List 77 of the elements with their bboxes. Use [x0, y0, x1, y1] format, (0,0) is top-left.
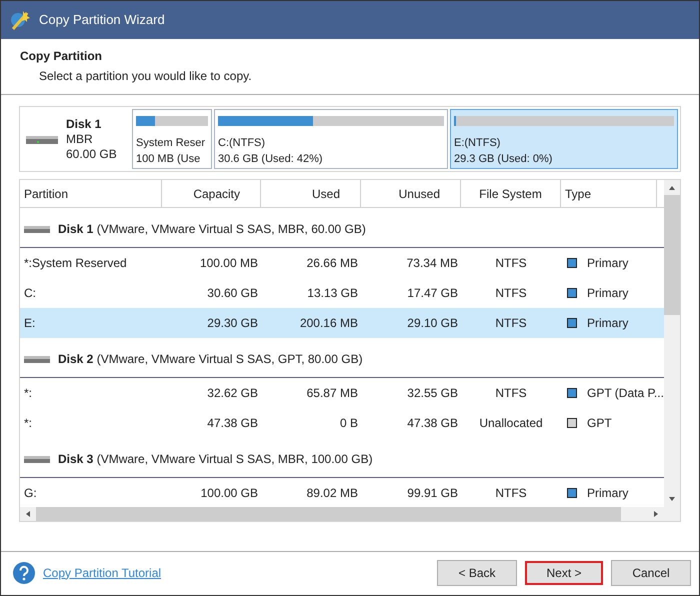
- table-cell-text: Primary: [587, 315, 628, 332]
- disk-drive-icon: [26, 134, 58, 144]
- wand-icon: [9, 9, 31, 31]
- column-header[interactable]: Capacity: [162, 180, 261, 207]
- table-cell-text: NTFS: [495, 255, 527, 272]
- page-title: Copy Partition: [20, 48, 104, 65]
- wizard-button[interactable]: < Back: [438, 560, 516, 584]
- wizard-button[interactable]: Cancel: [612, 560, 690, 584]
- table-cell-text: Unallocated: [479, 415, 543, 432]
- partition-detail: 29.3 GB (Used: 0%): [454, 152, 554, 167]
- table-cell-text: 99.91 GB: [407, 485, 458, 502]
- table-cell-text: NTFS: [495, 385, 527, 402]
- column-header[interactable]: Used: [261, 180, 361, 207]
- table-cell-text: 73.34 MB: [406, 255, 458, 272]
- partition-label: C:(NTFS): [218, 136, 266, 151]
- column-header[interactable]: Partition: [20, 180, 162, 207]
- disk-name: Disk 1: [66, 116, 102, 132]
- scroll-left-icon[interactable]: [24, 510, 32, 518]
- disk-drive-icon: [24, 354, 50, 363]
- table-cell-text: 29.30 GB: [207, 315, 258, 332]
- table-cell-text: Primary: [587, 485, 628, 502]
- scroll-right-icon[interactable]: [652, 510, 660, 518]
- help-icon[interactable]: [13, 562, 35, 584]
- table-cell-text: *:: [24, 385, 32, 402]
- column-header[interactable]: Type: [561, 180, 657, 207]
- table-cell-text: 0 B: [340, 415, 358, 432]
- partition-detail: 30.6 GB (Used: 42%): [218, 152, 324, 167]
- scroll-down-icon[interactable]: [668, 495, 676, 503]
- table-cell-text: 26.66 MB: [306, 255, 358, 272]
- page-subtitle: Select a partition you would like to copy.: [38, 68, 253, 85]
- table-cell-text: E:: [24, 315, 36, 332]
- disk-drive-icon: [24, 454, 50, 463]
- window-title: Copy Partition Wizard: [39, 11, 165, 30]
- disk-row-label: Disk 3 (VMware, VMware Virtual S SAS, MBR, 100.00 GB): [58, 450, 373, 468]
- table-cell-text: 100.00 MB: [200, 255, 258, 272]
- table-cell-text: 65.87 MB: [306, 385, 358, 402]
- table-cell-text: NTFS: [495, 315, 527, 332]
- table-cell-text: *:System Reserved: [24, 255, 127, 272]
- partition-block[interactable]: C:(NTFS) 30.6 GB (Used: 42%): [214, 109, 448, 169]
- partition-block[interactable]: E:(NTFS) 29.3 GB (Used: 0%): [450, 109, 678, 169]
- table-cell-text: 17.47 GB: [407, 285, 458, 302]
- table-cell-text: 29.10 GB: [407, 315, 458, 332]
- table-cell-text: 47.38 GB: [407, 415, 458, 432]
- disk-drive-icon: [24, 224, 50, 233]
- table-cell-text: 200.16 MB: [300, 315, 358, 332]
- table-cell-text: 30.60 GB: [207, 285, 258, 302]
- vertical-scrollbar[interactable]: [664, 180, 680, 507]
- table-cell-text: G:: [24, 485, 37, 502]
- table-cell-text: 100.00 GB: [200, 485, 258, 502]
- partition-label: System Reser: [136, 136, 206, 151]
- table-cell-text: 32.55 GB: [407, 385, 458, 402]
- disk-row-label: Disk 2 (VMware, VMware Virtual S SAS, GPT, 80.00 GB): [58, 350, 363, 368]
- column-header[interactable]: Unused: [361, 180, 461, 207]
- table-cell-text: NTFS: [495, 285, 527, 302]
- table-cell-text: 47.38 GB: [207, 415, 258, 432]
- table-cell-text: Primary: [587, 255, 628, 272]
- scroll-up-icon[interactable]: [668, 184, 676, 192]
- wizard-button[interactable]: Next >: [525, 560, 603, 584]
- table-cell-text: 32.62 GB: [207, 385, 258, 402]
- disk-row-label: Disk 1 (VMware, VMware Virtual S SAS, MBR, 60.00 GB): [58, 220, 366, 238]
- table-cell-text: NTFS: [495, 485, 527, 502]
- table-cell-text: *:: [24, 415, 32, 432]
- table-cell-text: GPT: [587, 415, 612, 432]
- table-cell-text: 89.02 MB: [306, 485, 358, 502]
- partition-row[interactable]: E: 29.30 GB 200.16 MB 29.10 GB NTFS Primary: [20, 308, 664, 338]
- table-cell-text: Primary: [587, 285, 628, 302]
- disk-size: 60.00 GB: [66, 146, 117, 162]
- table-cell-text: C:: [24, 285, 36, 302]
- scroll-thumb[interactable]: [664, 195, 680, 315]
- column-header[interactable]: File System: [461, 180, 561, 207]
- disk-style: MBR: [66, 132, 94, 146]
- partition-block[interactable]: System Reser 100 MB (Use: [132, 109, 212, 169]
- partition-detail: 100 MB (Use: [136, 152, 202, 167]
- table-cell-text: GPT (Data P...: [587, 385, 664, 402]
- tutorial-link[interactable]: Copy Partition Tutorial: [43, 564, 162, 582]
- partition-label: E:(NTFS): [454, 136, 502, 151]
- table-cell-text: 13.13 GB: [307, 285, 358, 302]
